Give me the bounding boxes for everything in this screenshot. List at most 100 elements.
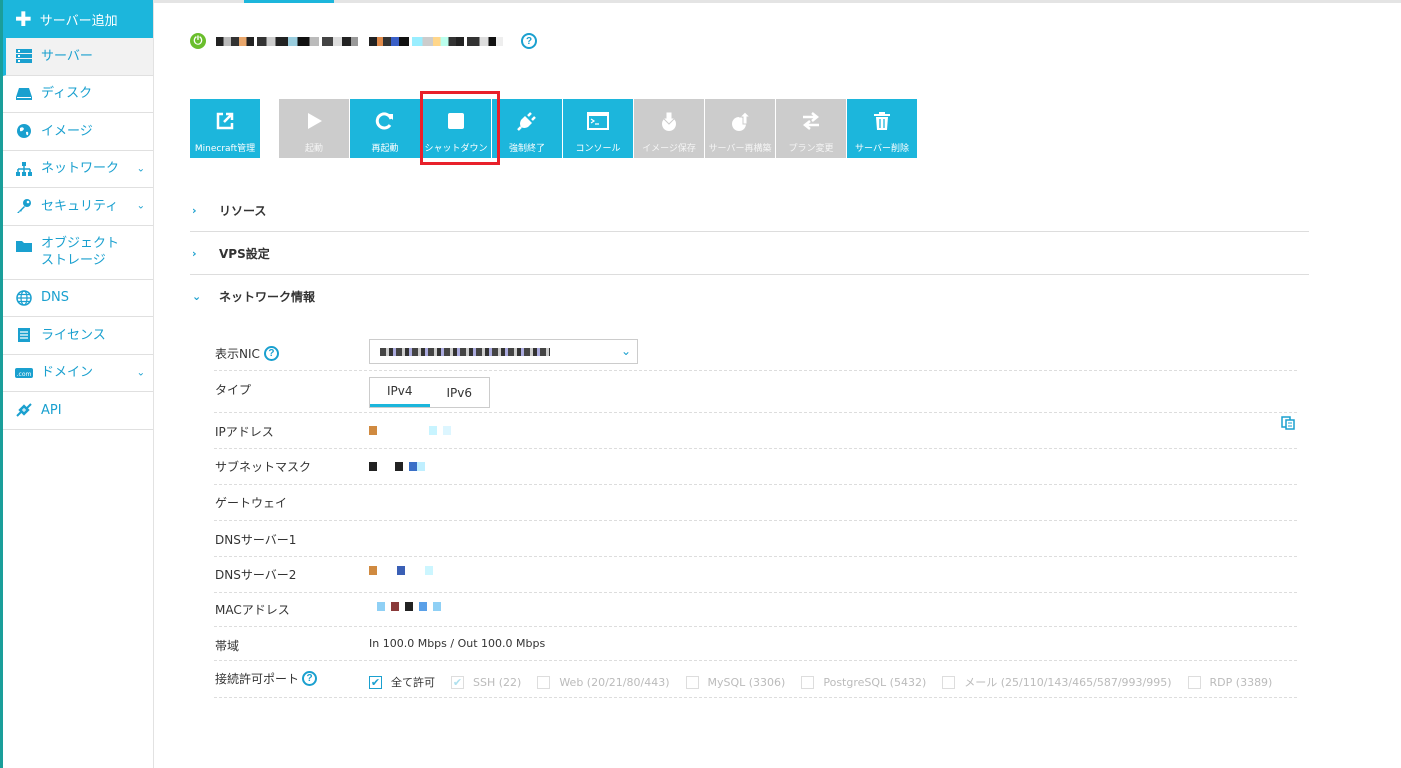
sidebar-item-label: サーバー — [41, 48, 93, 64]
start-button[interactable]: 起動 — [279, 99, 350, 158]
rebuild-icon — [729, 110, 751, 132]
force-stop-button[interactable]: 強制終了 — [492, 99, 563, 158]
sidebar-item-label: ネットワーク — [41, 161, 120, 177]
checkbox-web[interactable] — [537, 675, 551, 689]
mac-value-redacted — [377, 602, 441, 611]
chevron-right-icon: › — [192, 246, 197, 260]
redacted-block — [467, 36, 503, 46]
port-label-postgresql: PostgreSQL (5432) — [823, 675, 927, 689]
add-server-label: サーバー追加 — [39, 13, 118, 29]
svg-text:.com: .com — [17, 371, 32, 378]
sidebar-item-label: イメージ — [41, 123, 93, 139]
change-plan-button[interactable]: プラン変更 — [776, 99, 847, 158]
redacted-block — [377, 602, 385, 611]
subnet-label: サブネットマスク — [215, 460, 312, 474]
checkbox-postgresql[interactable] — [801, 675, 815, 689]
toolbar-button-label: 再起動 — [371, 144, 399, 154]
redacted-block — [429, 426, 437, 435]
sidebar-item-label: DNS — [41, 290, 69, 306]
type-label: タイプ — [215, 383, 252, 397]
section-network-info[interactable]: ⌄ ネットワーク情報 — [190, 275, 1309, 318]
toolbar-button-label: プラン変更 — [788, 144, 834, 154]
port-label-ssh: SSH (22) — [473, 675, 522, 689]
shutdown-button[interactable]: シャットダウン — [421, 99, 492, 158]
tab-ipv6[interactable]: IPv6 — [430, 378, 490, 407]
redacted-block — [383, 426, 423, 435]
console-button[interactable]: コンソール — [563, 99, 634, 158]
nic-select[interactable]: ⌄ — [369, 339, 638, 364]
bandwidth-label: 帯域 — [215, 639, 240, 653]
key-icon — [17, 199, 31, 214]
help-icon[interactable]: ? — [263, 346, 279, 361]
tab-ipv4[interactable]: IPv4 — [370, 378, 430, 407]
redacted-block — [391, 602, 399, 611]
port-label-mail: メール (25/110/143/465/587/993/995) — [964, 676, 1172, 689]
delete-server-button[interactable]: サーバー削除 — [847, 99, 918, 158]
port-label-mysql: MySQL (3306) — [707, 675, 786, 689]
play-icon — [303, 110, 325, 132]
section-title: VPS設定 — [219, 246, 270, 261]
power-icon: ⏻ — [190, 33, 206, 49]
redacted-block — [369, 462, 377, 471]
gateway-row: ゲートウェイ — [214, 485, 1297, 521]
section-resources[interactable]: › リソース — [190, 189, 1309, 232]
mac-label: MACアドレス — [215, 603, 290, 617]
ip-address-row: IPアドレス — [214, 413, 1297, 449]
allowed-ports-options: ✔ 全て許可 ✔ SSH (22) Web (20/21/80/443) MyS… — [369, 674, 1288, 690]
sidebar-item-network[interactable]: ネットワーク ⌄ — [3, 151, 153, 188]
globe-icon — [16, 290, 32, 306]
trash-icon — [871, 110, 893, 132]
checkbox-rdp[interactable] — [1187, 675, 1201, 689]
server-name-redacted — [216, 36, 503, 46]
plug-icon — [516, 110, 538, 132]
save-image-button[interactable]: イメージ保存 — [634, 99, 705, 158]
sidebar-item-disk[interactable]: ディスク — [3, 76, 153, 113]
sidebar-item-api[interactable]: API — [3, 392, 153, 430]
help-icon[interactable]: ? — [302, 671, 318, 686]
sidebar-item-security[interactable]: セキュリティ ⌄ — [3, 188, 153, 226]
sidebar-item-image[interactable]: イメージ — [3, 113, 153, 151]
sidebar: ✚ サーバー追加 サーバー ディスク イメージ ネットワーク ⌄ セキュリティ … — [0, 0, 154, 768]
checkbox-ssh[interactable]: ✔ — [451, 675, 464, 689]
refresh-icon — [374, 110, 396, 132]
checkbox-mail[interactable] — [942, 675, 956, 689]
sidebar-item-dns[interactable]: DNS — [3, 280, 153, 317]
checkbox-all-allowed[interactable]: ✔ — [369, 675, 382, 689]
sidebar-item-server[interactable]: サーバー — [3, 38, 153, 76]
port-label-all: 全て許可 — [391, 676, 435, 689]
nic-label: 表示NIC ? — [215, 345, 279, 362]
toolbar-button-label: 起動 — [304, 144, 323, 154]
chevron-down-icon: ⌄ — [136, 367, 145, 379]
minecraft-manage-button[interactable]: Minecraft管理 — [190, 99, 261, 158]
dns1-row: DNSサーバー1 — [214, 521, 1297, 557]
plus-icon: ✚ — [15, 7, 32, 31]
sidebar-item-label: セキュリティ — [41, 198, 119, 214]
checkbox-mysql[interactable] — [685, 675, 699, 689]
copy-icon[interactable] — [1281, 416, 1295, 430]
chevron-down-icon: ⌄ — [136, 163, 145, 175]
section-vps-settings[interactable]: › VPS設定 — [190, 232, 1309, 275]
redacted-block — [383, 462, 389, 471]
add-server-button[interactable]: ✚ サーバー追加 — [3, 0, 153, 38]
folder-icon — [16, 240, 32, 252]
gateway-label: ゲートウェイ — [215, 496, 288, 510]
dns2-label: DNSサーバー2 — [215, 568, 297, 582]
toolbar-button-label: 強制終了 — [508, 144, 545, 154]
sidebar-item-domain[interactable]: .com ドメイン ⌄ — [3, 355, 153, 392]
mac-row: MACアドレス — [214, 593, 1297, 627]
redacted-block — [397, 566, 405, 575]
sidebar-item-license[interactable]: ライセンス — [3, 317, 153, 355]
redacted-block — [443, 426, 451, 435]
sidebar-item-object-storage[interactable]: オブジェクト ストレージ — [3, 226, 153, 280]
com-icon: .com — [15, 367, 33, 378]
server-header: ⏻ ? — [190, 30, 537, 52]
section-title: ネットワーク情報 — [219, 289, 316, 304]
ip-address-label: IPアドレス — [215, 425, 274, 439]
help-icon[interactable]: ? — [521, 33, 537, 49]
restart-button[interactable]: 再起動 — [350, 99, 421, 158]
ports-label: 接続許可ポート ? — [215, 670, 318, 687]
network-icon — [16, 161, 32, 176]
sidebar-item-label: オブジェクト ストレージ — [41, 236, 120, 268]
server-action-toolbar: Minecraft管理 起動 再起動 シャットダウン 強制終了 コンソール イメ… — [190, 99, 918, 158]
rebuild-server-button[interactable]: サーバー再構築 — [705, 99, 776, 158]
